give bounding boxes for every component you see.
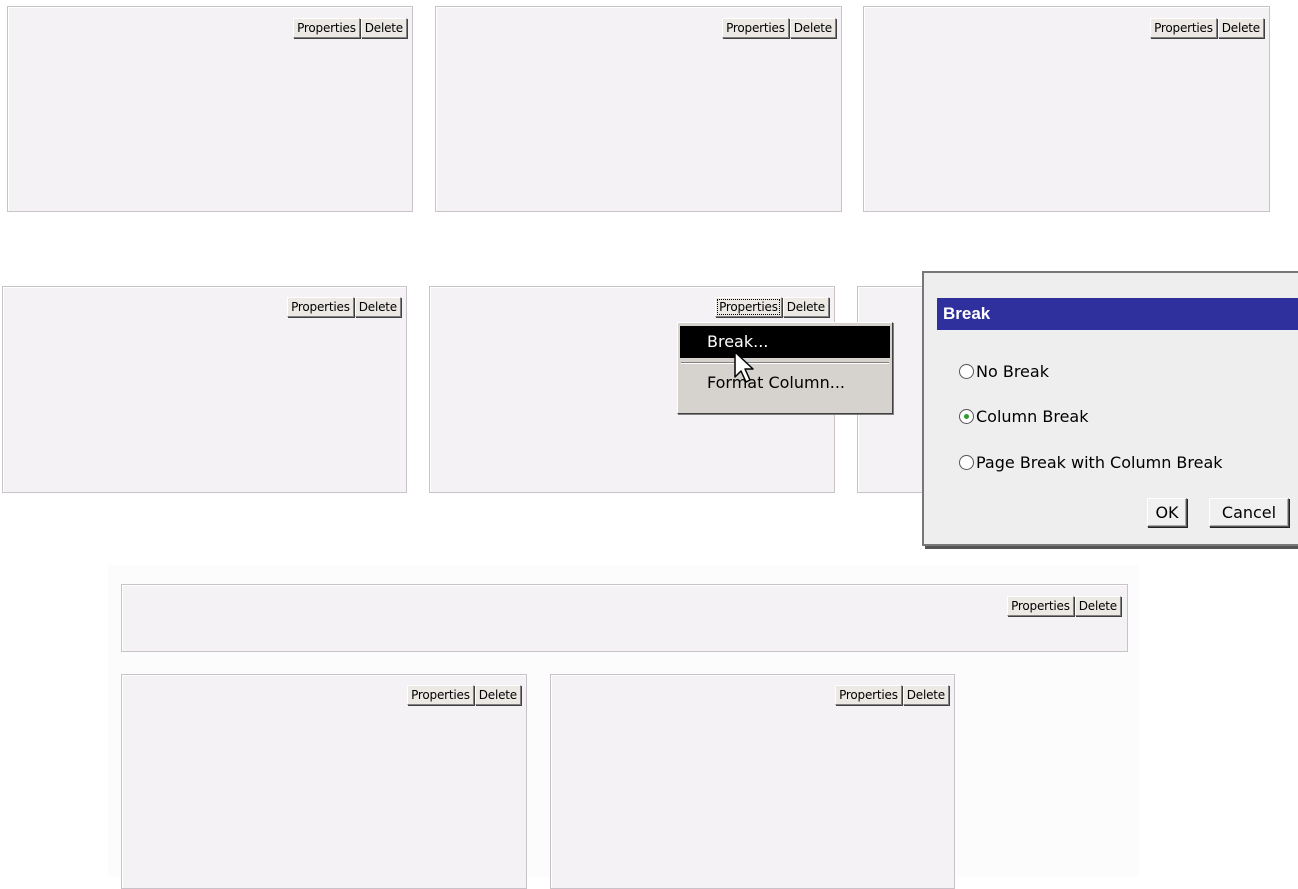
column-panel[interactable]: Properties Delete [435,6,842,212]
delete-button[interactable]: Delete [789,18,836,38]
properties-button[interactable]: Properties [1007,596,1074,616]
properties-button[interactable]: Properties [293,18,360,38]
properties-button[interactable]: Properties [722,18,789,38]
column-panel[interactable]: Properties Delete [2,286,407,493]
properties-button[interactable]: Properties [715,297,782,317]
delete-button[interactable]: Delete [782,297,829,317]
delete-button[interactable]: Delete [474,685,521,705]
column-panel[interactable]: Properties Delete [121,674,527,889]
menu-item-format-column[interactable]: Format Column... [680,368,890,398]
delete-button[interactable]: Delete [1074,596,1121,616]
mouse-pointer-icon [734,351,754,383]
row-panel[interactable]: Properties Delete [121,584,1128,652]
option-column-break[interactable]: Column Break [959,407,1088,426]
option-label: No Break [976,362,1049,381]
properties-button[interactable]: Properties [1150,18,1217,38]
properties-button[interactable]: Properties [287,297,354,317]
menu-item-break[interactable]: Break... [680,326,890,358]
cancel-button[interactable]: Cancel [1209,498,1289,527]
delete-button[interactable]: Delete [354,297,401,317]
delete-button[interactable]: Delete [902,685,949,705]
delete-button[interactable]: Delete [360,18,407,38]
properties-button[interactable]: Properties [835,685,902,705]
option-label: Column Break [976,407,1089,426]
radio-page-break[interactable] [959,455,974,470]
delete-button[interactable]: Delete [1217,18,1264,38]
ok-button[interactable]: OK [1147,498,1187,527]
column-panel[interactable]: Properties Delete [7,6,413,212]
column-panel[interactable]: Properties Delete [550,674,955,889]
radio-column-break[interactable] [959,409,974,424]
dialog-title: Break [937,298,1298,330]
option-no-break[interactable]: No Break [959,362,1049,381]
option-label: Page Break with Column Break [976,453,1223,472]
context-menu: Break... Format Column... [677,322,893,414]
option-page-break[interactable]: Page Break with Column Break [959,453,1223,472]
menu-separator [681,362,889,364]
break-dialog: Break No Break Column Break Page Break w… [922,271,1298,546]
radio-no-break[interactable] [959,364,974,379]
properties-button[interactable]: Properties [407,685,474,705]
column-panel[interactable]: Properties Delete [863,6,1270,212]
